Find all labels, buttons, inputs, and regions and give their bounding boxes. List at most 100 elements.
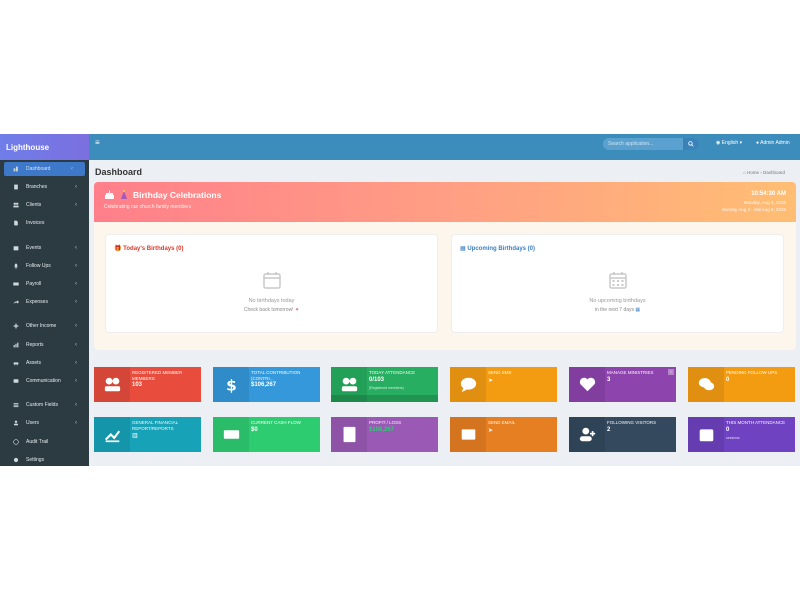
line-chart-icon — [104, 430, 120, 443]
tile-icon-box — [450, 417, 486, 452]
stat-tile-general-financial-report-reports[interactable]: General Financial Report/Reports ▥ — [94, 417, 201, 452]
sidebar-item-users[interactable]: Users ‹ — [0, 414, 89, 432]
tile-body: Registered Member Members 103 — [130, 367, 201, 402]
stat-tile-send-sms[interactable]: Send SMS ➤ — [450, 367, 557, 402]
tile-body: This Month Attendance 0 sessions — [724, 417, 795, 452]
calendar-icon — [13, 245, 19, 251]
chevron-left-icon: ‹ — [75, 202, 77, 209]
sidebar-item-label: Clients — [26, 202, 42, 209]
chevron-left-icon: ‹ — [75, 420, 77, 427]
sidebar-icon-wrap — [12, 377, 20, 385]
sidebar-item-communication[interactable]: Communication ‹ — [0, 372, 89, 390]
stat-tile-manage-ministries[interactable]: Manage Ministries 3 i — [569, 367, 676, 402]
tile-icon-box — [688, 417, 724, 452]
chevron-left-icon: ‹ — [75, 377, 77, 384]
search-box — [603, 138, 699, 150]
calendar-icon — [262, 272, 281, 289]
stat-tile-profit-loss[interactable]: Profit / Loss $106,267 — [331, 417, 438, 452]
search-button[interactable] — [683, 138, 699, 150]
todays-hint-text: Check back tomorrow! — [243, 307, 294, 313]
breadcrumb-home[interactable]: Home — [747, 170, 759, 175]
sidebar-item-follow-ups[interactable]: Follow Ups ‹ — [0, 257, 89, 275]
sidebar-item-payroll[interactable]: Payroll ‹ — [0, 275, 89, 293]
todays-birthdays-card: 🎁 Today's Birthdays (0) No birthdays tod… — [105, 234, 438, 333]
tile-icon-box — [450, 367, 486, 402]
upcoming-birthdays-card: ▦ Upcoming Birthdays (0) No upcoming bir… — [451, 234, 784, 333]
sidebar-icon-wrap — [12, 280, 20, 288]
sidebar-item-clients[interactable]: Clients ‹ — [0, 196, 89, 214]
sidebar-item-expenses[interactable]: Expenses ‹ — [0, 293, 89, 311]
chevron-left-icon: ‹ — [71, 166, 73, 172]
sidebar-item-audit-trail[interactable]: Audit Trail — [0, 432, 89, 450]
tile-label: Send SMS — [488, 370, 512, 375]
page-title: Dashboard — [95, 167, 143, 177]
sidebar-item-assets[interactable]: Assets ‹ — [0, 354, 89, 372]
tile-icon-box — [688, 367, 724, 402]
stat-tile-send-email[interactable]: Send Email ➤ — [450, 417, 557, 452]
sidebar-item-label: Invoices — [26, 220, 45, 227]
stat-tile-total-contribution-contri[interactable]: $ Total Contribution (Contri... $106,267 — [213, 367, 320, 402]
language-selector[interactable]: ◉ English ▾ — [716, 140, 742, 146]
tile-label: This Month Attendance — [726, 420, 786, 425]
gift-icon: 🎁 — [114, 246, 122, 252]
tile-body: Pending Follow Ups 0 — [724, 367, 795, 402]
envelope-icon — [461, 429, 475, 440]
sidebar-item-other-income[interactable]: Other Income ‹ — [0, 317, 89, 335]
dashboard-icon — [13, 166, 18, 172]
stat-tile-today-attendance[interactable]: Today Attendance 0/103 (Registered members… — [331, 367, 438, 402]
menu-toggle-icon[interactable]: ≡ — [95, 138, 100, 147]
sidebar-item-events[interactable]: Events ‹ — [0, 239, 89, 257]
tile-icon-box — [213, 417, 249, 452]
users-icon — [341, 377, 357, 392]
sidebar-item-dashboard[interactable]: Dashboard ‹ — [4, 162, 85, 176]
tile-label: Total Contribution (Contri... — [251, 370, 301, 381]
sidebar-item-reports[interactable]: Reports ‹ — [0, 336, 89, 354]
sidebar-item-invoices[interactable]: Invoices — [0, 214, 89, 232]
calendar-small-icon: ▦ — [460, 246, 466, 252]
info-badge[interactable]: i — [668, 369, 674, 375]
tile-body: Profit / Loss $106,267 — [367, 417, 438, 452]
tile-body: Send SMS ➤ — [486, 367, 557, 402]
report-icon: ▥ — [132, 433, 138, 439]
tile-body: Following Visitors 2 — [605, 417, 676, 452]
sidebar-item-branches[interactable]: Branches ‹ — [0, 178, 89, 196]
sidebar-item-label: Settings — [26, 456, 45, 463]
confetti-icon: ✦ — [294, 307, 300, 313]
tile-icon-box — [94, 417, 130, 452]
chevron-left-icon: ‹ — [75, 262, 77, 269]
stat-tile-this-month-attendance[interactable]: This Month Attendance 0 sessions — [688, 417, 795, 452]
calculator-icon — [343, 426, 355, 443]
sidebar-icon-wrap — [12, 419, 20, 427]
sidebar-item-custom-fields[interactable]: Custom Fields ‹ — [0, 396, 89, 414]
tile-footer[interactable] — [331, 395, 438, 402]
brand-logo[interactable]: Lighthouse — [0, 134, 89, 160]
sidebar-item-settings[interactable]: Settings — [0, 451, 89, 466]
stat-tile-pending-follow-ups[interactable]: Pending Follow Ups 0 — [688, 367, 795, 402]
stat-tile-registered-member-members[interactable]: Registered Member Members 103 — [94, 367, 201, 402]
tile-value: $106,267 — [251, 382, 277, 388]
current-date: Monday, Aug 4, 2025 — [743, 200, 786, 205]
tile-icon-box — [331, 417, 367, 452]
search-input[interactable] — [603, 138, 683, 150]
caret-down-icon: ▾ — [739, 140, 743, 146]
sidebar-item-label: Other Income — [26, 323, 57, 330]
tile-body: General Financial Report/Reports ▥ — [130, 417, 201, 452]
tile-label: Profit / Loss — [369, 420, 402, 425]
chevron-left-icon: ‹ — [75, 341, 77, 348]
tile-value: 0/103 — [369, 376, 385, 383]
stat-tile-following-visitors[interactable]: Following Visitors 2 — [569, 417, 676, 452]
tile-icon-box — [569, 417, 605, 452]
user-menu[interactable]: ● Admin Admin — [756, 140, 790, 146]
tile-body: Manage Ministries 3 i — [605, 367, 676, 402]
tile-value: $0 — [251, 426, 258, 433]
stat-tile-current-cash-flow[interactable]: Current Cash Flow $0 — [213, 417, 320, 452]
chevron-left-icon: ‹ — [75, 359, 77, 366]
cake-icon — [105, 190, 114, 199]
calendar-emoji-icon: ▦ — [635, 307, 641, 313]
sidebar-item-label: Dashboard — [26, 166, 51, 172]
user-icon — [13, 420, 19, 426]
tile-value: 0 — [726, 426, 730, 433]
tile-icon-box — [569, 367, 605, 402]
sidebar-item-label: Follow Ups — [26, 262, 51, 269]
tile-label: General Financial Report/Reports — [132, 420, 178, 431]
